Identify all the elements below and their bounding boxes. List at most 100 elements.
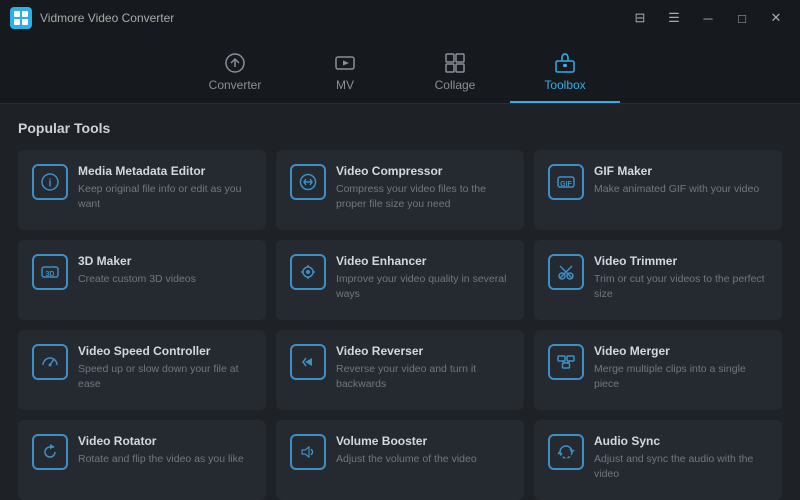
- tool-text: Volume Booster Adjust the volume of the …: [336, 434, 477, 467]
- tool-desc: Adjust and sync the audio with the video: [594, 452, 768, 481]
- mv-icon: [334, 52, 356, 74]
- tool-card-inner: 3D 3D Maker Create custom 3D videos: [32, 254, 252, 290]
- tool-name: GIF Maker: [594, 164, 759, 178]
- collage-icon: [444, 52, 466, 74]
- tool-desc: Reverse your video and turn it backwards: [336, 362, 510, 391]
- main-content: Popular Tools i Media Metadata Editor Ke…: [0, 104, 800, 500]
- tab-toolbox-label: Toolbox: [544, 78, 585, 92]
- tool-text: Video Enhancer Improve your video qualit…: [336, 254, 510, 301]
- tool-desc: Keep original file info or edit as you w…: [78, 182, 252, 211]
- tool-desc: Make animated GIF with your video: [594, 182, 759, 197]
- tool-name: Video Trimmer: [594, 254, 768, 268]
- tool-card-inner: i Media Metadata Editor Keep original fi…: [32, 164, 252, 211]
- tab-collage-label: Collage: [435, 78, 476, 92]
- tool-icon-volume: [290, 434, 326, 470]
- toolbox-icon: [554, 52, 576, 74]
- tool-name: Audio Sync: [594, 434, 768, 448]
- tool-name: Media Metadata Editor: [78, 164, 252, 178]
- tool-card-inner: Video Reverser Reverse your video and tu…: [290, 344, 510, 391]
- tool-desc: Merge multiple clips into a single piece: [594, 362, 768, 391]
- tool-icon-speed: [32, 344, 68, 380]
- tool-text: Video Compressor Compress your video fil…: [336, 164, 510, 211]
- tool-desc: Rotate and flip the video as you like: [78, 452, 244, 467]
- tool-desc: Adjust the volume of the video: [336, 452, 477, 467]
- tool-icon-rotate: [32, 434, 68, 470]
- tool-card-inner: Video Trimmer Trim or cut your videos to…: [548, 254, 768, 301]
- svg-text:i: i: [48, 178, 51, 190]
- tool-card-video-speed-controller[interactable]: Video Speed Controller Speed up or slow …: [18, 330, 266, 410]
- tool-card-video-trimmer[interactable]: Video Trimmer Trim or cut your videos to…: [534, 240, 782, 320]
- tool-card-inner: Audio Sync Adjust and sync the audio wit…: [548, 434, 768, 481]
- tool-icon-3d: 3D: [32, 254, 68, 290]
- tool-name: Video Compressor: [336, 164, 510, 178]
- tool-card-video-enhancer[interactable]: Video Enhancer Improve your video qualit…: [276, 240, 524, 320]
- tool-text: Audio Sync Adjust and sync the audio wit…: [594, 434, 768, 481]
- maximize-button[interactable]: □: [728, 7, 756, 29]
- tool-name: Video Speed Controller: [78, 344, 252, 358]
- tool-text: Video Trimmer Trim or cut your videos to…: [594, 254, 768, 301]
- tool-name: Volume Booster: [336, 434, 477, 448]
- tool-text: Video Rotator Rotate and flip the video …: [78, 434, 244, 467]
- tab-toolbox[interactable]: Toolbox: [510, 43, 620, 103]
- tool-card-volume-booster[interactable]: Volume Booster Adjust the volume of the …: [276, 420, 524, 500]
- tool-icon-trim: [548, 254, 584, 290]
- tool-icon-gif: GIF: [548, 164, 584, 200]
- nav-tabs: Converter MV Collage: [0, 36, 800, 104]
- tool-card-gif-maker[interactable]: GIF GIF Maker Make animated GIF with you…: [534, 150, 782, 230]
- tab-converter-label: Converter: [209, 78, 262, 92]
- tool-name: Video Rotator: [78, 434, 244, 448]
- tool-icon-sync: [548, 434, 584, 470]
- close-button[interactable]: ✕: [762, 7, 790, 29]
- minimize-button[interactable]: ─: [694, 7, 722, 29]
- tool-card-audio-sync[interactable]: Audio Sync Adjust and sync the audio wit…: [534, 420, 782, 500]
- titlebar: Vidmore Video Converter ⊟ ☰ ─ □ ✕: [0, 0, 800, 36]
- menu-button[interactable]: ☰: [660, 7, 688, 29]
- tool-card-video-rotator[interactable]: Video Rotator Rotate and flip the video …: [18, 420, 266, 500]
- tool-text: Media Metadata Editor Keep original file…: [78, 164, 252, 211]
- tool-card-inner: Volume Booster Adjust the volume of the …: [290, 434, 510, 470]
- tool-icon-merge: [548, 344, 584, 380]
- subtitle-button[interactable]: ⊟: [626, 7, 654, 29]
- tool-card-inner: Video Enhancer Improve your video qualit…: [290, 254, 510, 301]
- tab-converter[interactable]: Converter: [180, 43, 290, 103]
- tool-name: Video Reverser: [336, 344, 510, 358]
- tool-text: Video Merger Merge multiple clips into a…: [594, 344, 768, 391]
- tool-desc: Improve your video quality in several wa…: [336, 272, 510, 301]
- converter-icon: [224, 52, 246, 74]
- tool-card-video-reverser[interactable]: Video Reverser Reverse your video and tu…: [276, 330, 524, 410]
- tool-desc: Create custom 3D videos: [78, 272, 196, 287]
- titlebar-left: Vidmore Video Converter: [10, 7, 174, 29]
- tab-mv[interactable]: MV: [290, 43, 400, 103]
- tool-text: Video Reverser Reverse your video and tu…: [336, 344, 510, 391]
- svg-text:GIF: GIF: [560, 181, 572, 188]
- tools-grid: i Media Metadata Editor Keep original fi…: [18, 150, 782, 500]
- tool-card-inner: Video Compressor Compress your video fil…: [290, 164, 510, 211]
- tool-card-media-metadata-editor[interactable]: i Media Metadata Editor Keep original fi…: [18, 150, 266, 230]
- tool-name: Video Merger: [594, 344, 768, 358]
- tool-card-video-merger[interactable]: Video Merger Merge multiple clips into a…: [534, 330, 782, 410]
- tool-name: 3D Maker: [78, 254, 196, 268]
- tool-name: Video Enhancer: [336, 254, 510, 268]
- section-title: Popular Tools: [18, 120, 782, 136]
- tool-card-3d-maker[interactable]: 3D 3D Maker Create custom 3D videos: [18, 240, 266, 320]
- tool-desc: Trim or cut your videos to the perfect s…: [594, 272, 768, 301]
- tab-mv-label: MV: [336, 78, 354, 92]
- app-logo-icon: [10, 7, 32, 29]
- app-title: Vidmore Video Converter: [40, 11, 174, 25]
- tool-icon-reverse: [290, 344, 326, 380]
- tool-card-inner: Video Speed Controller Speed up or slow …: [32, 344, 252, 391]
- tool-card-inner: GIF GIF Maker Make animated GIF with you…: [548, 164, 768, 200]
- tool-card-inner: Video Merger Merge multiple clips into a…: [548, 344, 768, 391]
- tool-desc: Speed up or slow down your file at ease: [78, 362, 252, 391]
- tool-icon-enhancer: [290, 254, 326, 290]
- tool-text: 3D Maker Create custom 3D videos: [78, 254, 196, 287]
- tool-icon-info: i: [32, 164, 68, 200]
- titlebar-controls: ⊟ ☰ ─ □ ✕: [626, 7, 790, 29]
- tool-card-inner: Video Rotator Rotate and flip the video …: [32, 434, 252, 470]
- tool-desc: Compress your video files to the proper …: [336, 182, 510, 211]
- tool-icon-compress: [290, 164, 326, 200]
- tab-collage[interactable]: Collage: [400, 43, 510, 103]
- tool-card-video-compressor[interactable]: Video Compressor Compress your video fil…: [276, 150, 524, 230]
- svg-text:3D: 3D: [46, 271, 55, 278]
- tool-text: Video Speed Controller Speed up or slow …: [78, 344, 252, 391]
